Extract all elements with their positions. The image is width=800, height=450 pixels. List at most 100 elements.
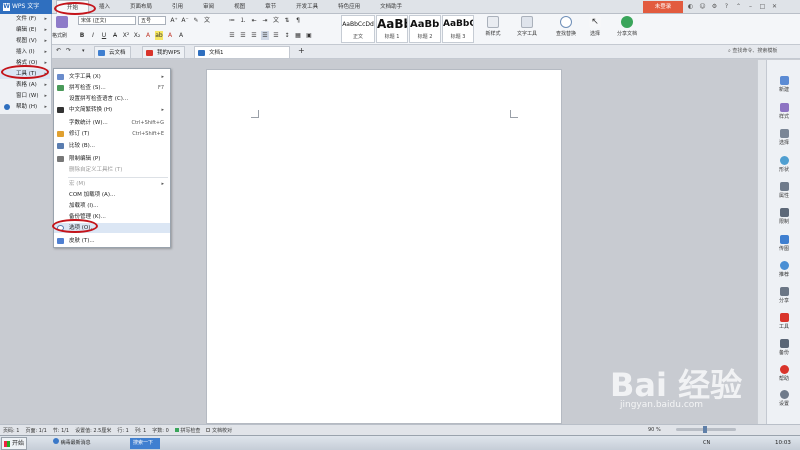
phonetic-icon[interactable]: 文 [203,16,211,25]
sidebar-restrict[interactable]: 限制 [768,208,800,225]
new-style-button[interactable]: 新样式 [480,16,506,37]
login-button[interactable]: 未登录 [643,1,683,13]
menu-macro[interactable]: 宏 (M) ▸ [54,179,170,189]
sidebar-share[interactable]: 分享 [768,287,800,304]
align-left-icon[interactable]: ☰ [228,31,236,40]
subscript-icon[interactable]: X₂ [133,31,141,40]
bold-icon[interactable]: B [78,31,86,40]
align-right-icon[interactable]: ☰ [250,31,258,40]
superscript-icon[interactable]: X² [122,31,130,40]
sidebar-shapes[interactable]: 形状 [768,156,800,173]
sidebar-properties[interactable]: 属性 [768,182,800,199]
tab-developer[interactable]: 开发工具 [286,0,328,14]
minimize-icon[interactable]: – [746,2,755,11]
zoom-level[interactable]: 90 % [645,427,664,433]
tab-view[interactable]: 视图 [224,0,255,14]
sidebar-help[interactable]: 帮助 [768,365,800,382]
tab-review[interactable]: 审阅 [193,0,224,14]
menu-delete-custom-toolbar[interactable]: 删除自定义工具栏 (T) [54,165,170,175]
distribute-icon[interactable]: ☰ [272,31,280,40]
increase-indent-icon[interactable]: ⇥ [261,16,269,25]
skin-icon[interactable]: ◐ [686,2,695,11]
menu-compare[interactable]: 比较 (B)... [54,141,170,151]
ime-indicator[interactable]: CN [700,438,710,449]
status-proofread[interactable]: 文档校对 [203,427,235,434]
taskbar-item-news[interactable]: 病毒最新消息 [50,438,110,449]
menu-skin[interactable]: 皮肤 (T)... [54,236,170,246]
shading-icon[interactable]: ▦ [294,31,302,40]
arrow-up-icon[interactable]: ⌃ [734,2,743,11]
font-color-icon[interactable]: A [166,31,174,40]
justify-icon[interactable]: ☰ [261,31,269,40]
menu-addins[interactable]: 加载项 (I)... [54,201,170,211]
settings-icon[interactable]: ⚙ [710,2,719,11]
redo-icon[interactable]: ↷ [66,47,71,54]
maximize-icon[interactable]: □ [758,2,767,11]
sidebar-backup[interactable]: 备份 [768,339,800,356]
menu-help[interactable]: 帮助 (H) ▸ [0,102,50,112]
style-normal[interactable]: AaBbCcDd 正文 [341,15,375,43]
sidebar-styles[interactable]: 样式 [768,103,800,120]
font-size-select[interactable]: 五号 [138,16,166,25]
tab-cloud-docs[interactable]: 云文档 [94,46,131,58]
document-page[interactable] [206,69,562,424]
menu-window[interactable]: 窗口 (W) ▸ [0,91,50,101]
taskbar-search-button[interactable]: 搜索一下 [130,438,160,449]
vertical-scrollbar[interactable] [757,60,766,424]
tab-features[interactable]: 特色应用 [328,0,370,14]
highlight-icon[interactable]: ab [155,31,163,40]
menu-table[interactable]: 表格 (A) ▸ [0,80,50,90]
feedback-icon[interactable]: ☺ [698,2,707,11]
sidebar-tools[interactable]: 工具 [768,313,800,330]
font-name-select[interactable]: 宋体 (正文) [78,16,136,25]
tab-dropdown-icon[interactable]: ▾ [82,48,85,54]
format-painter-icon[interactable] [56,16,68,28]
sort-icon[interactable]: ⇅ [283,16,291,25]
help-icon[interactable]: ? [722,2,731,11]
new-tab-icon[interactable]: + [298,46,305,55]
app-menu-button[interactable]: W WPS 文字 [0,0,52,14]
bullet-list-icon[interactable]: ≔ [228,16,236,25]
undo-icon[interactable]: ↶ [56,47,61,54]
borders-icon[interactable]: ▣ [305,31,313,40]
style-heading-1[interactable]: AaBb 标题 1 [376,15,408,43]
command-search[interactable]: ⌕ 查找命令、搜索模板 [728,47,777,54]
menu-insert[interactable]: 插入 (I) ▸ [0,47,50,57]
style-heading-3[interactable]: AaBbC 标题 3 [442,15,474,43]
menu-text-tools[interactable]: 文字工具 (X) ▸ [54,72,170,82]
sidebar-recommend[interactable]: 推荐 [768,261,800,278]
number-list-icon[interactable]: ⒈ [239,16,247,25]
menu-spell-language[interactable]: 设置拼写检查语言 (C)... [54,94,170,104]
find-replace-button[interactable]: 查找替换 [551,16,581,37]
menu-spell-check[interactable]: 拼写检查 (S)... F7 [54,83,170,93]
tab-section[interactable]: 章节 [255,0,286,14]
style-heading-2[interactable]: AaBb( 标题 2 [409,15,441,43]
tab-references[interactable]: 引用 [162,0,193,14]
tab-page-layout[interactable]: 页面布局 [120,0,162,14]
grow-font-icon[interactable]: A⁺ [170,16,178,25]
menu-track-changes[interactable]: 修订 (T) Ctrl+Shift+E [54,129,170,139]
tab-document-1[interactable]: 文档1 [194,46,290,58]
sidebar-select[interactable]: 选择 [768,129,800,146]
border-char-icon[interactable]: A [177,31,185,40]
sidebar-new[interactable]: 新建 [768,76,800,93]
share-doc-button[interactable]: 分享文档 [612,16,642,37]
tab-my-wps[interactable]: 我的WPS [142,46,186,58]
status-spell-check[interactable]: 拼写检查 [172,427,204,434]
menu-com-addins[interactable]: COM 加载项 (A)... [54,190,170,200]
sidebar-upload-image[interactable]: 传图 [768,235,800,252]
close-icon[interactable]: ✕ [770,2,779,11]
menu-restrict-editing[interactable]: 限制编辑 (P) [54,154,170,164]
text-effect-icon[interactable]: A [144,31,152,40]
shrink-font-icon[interactable]: A⁻ [181,16,189,25]
decrease-indent-icon[interactable]: ⇤ [250,16,258,25]
strikethrough-icon[interactable]: A̶ [111,31,119,40]
menu-word-count[interactable]: 字数统计 (W)... Ctrl+Shift+G [54,118,170,128]
select-button[interactable]: ↖ 选择 [584,16,606,37]
start-button[interactable]: 开始 [1,437,27,450]
tab-doc-assistant[interactable]: 文档助手 [370,0,412,14]
text-tool-button[interactable]: 文字工具 [512,16,542,37]
zoom-slider-thumb[interactable] [703,426,707,433]
status-word-count[interactable]: 字数: 0 [149,427,171,434]
chinese-layout-icon[interactable]: 文 [272,16,280,25]
